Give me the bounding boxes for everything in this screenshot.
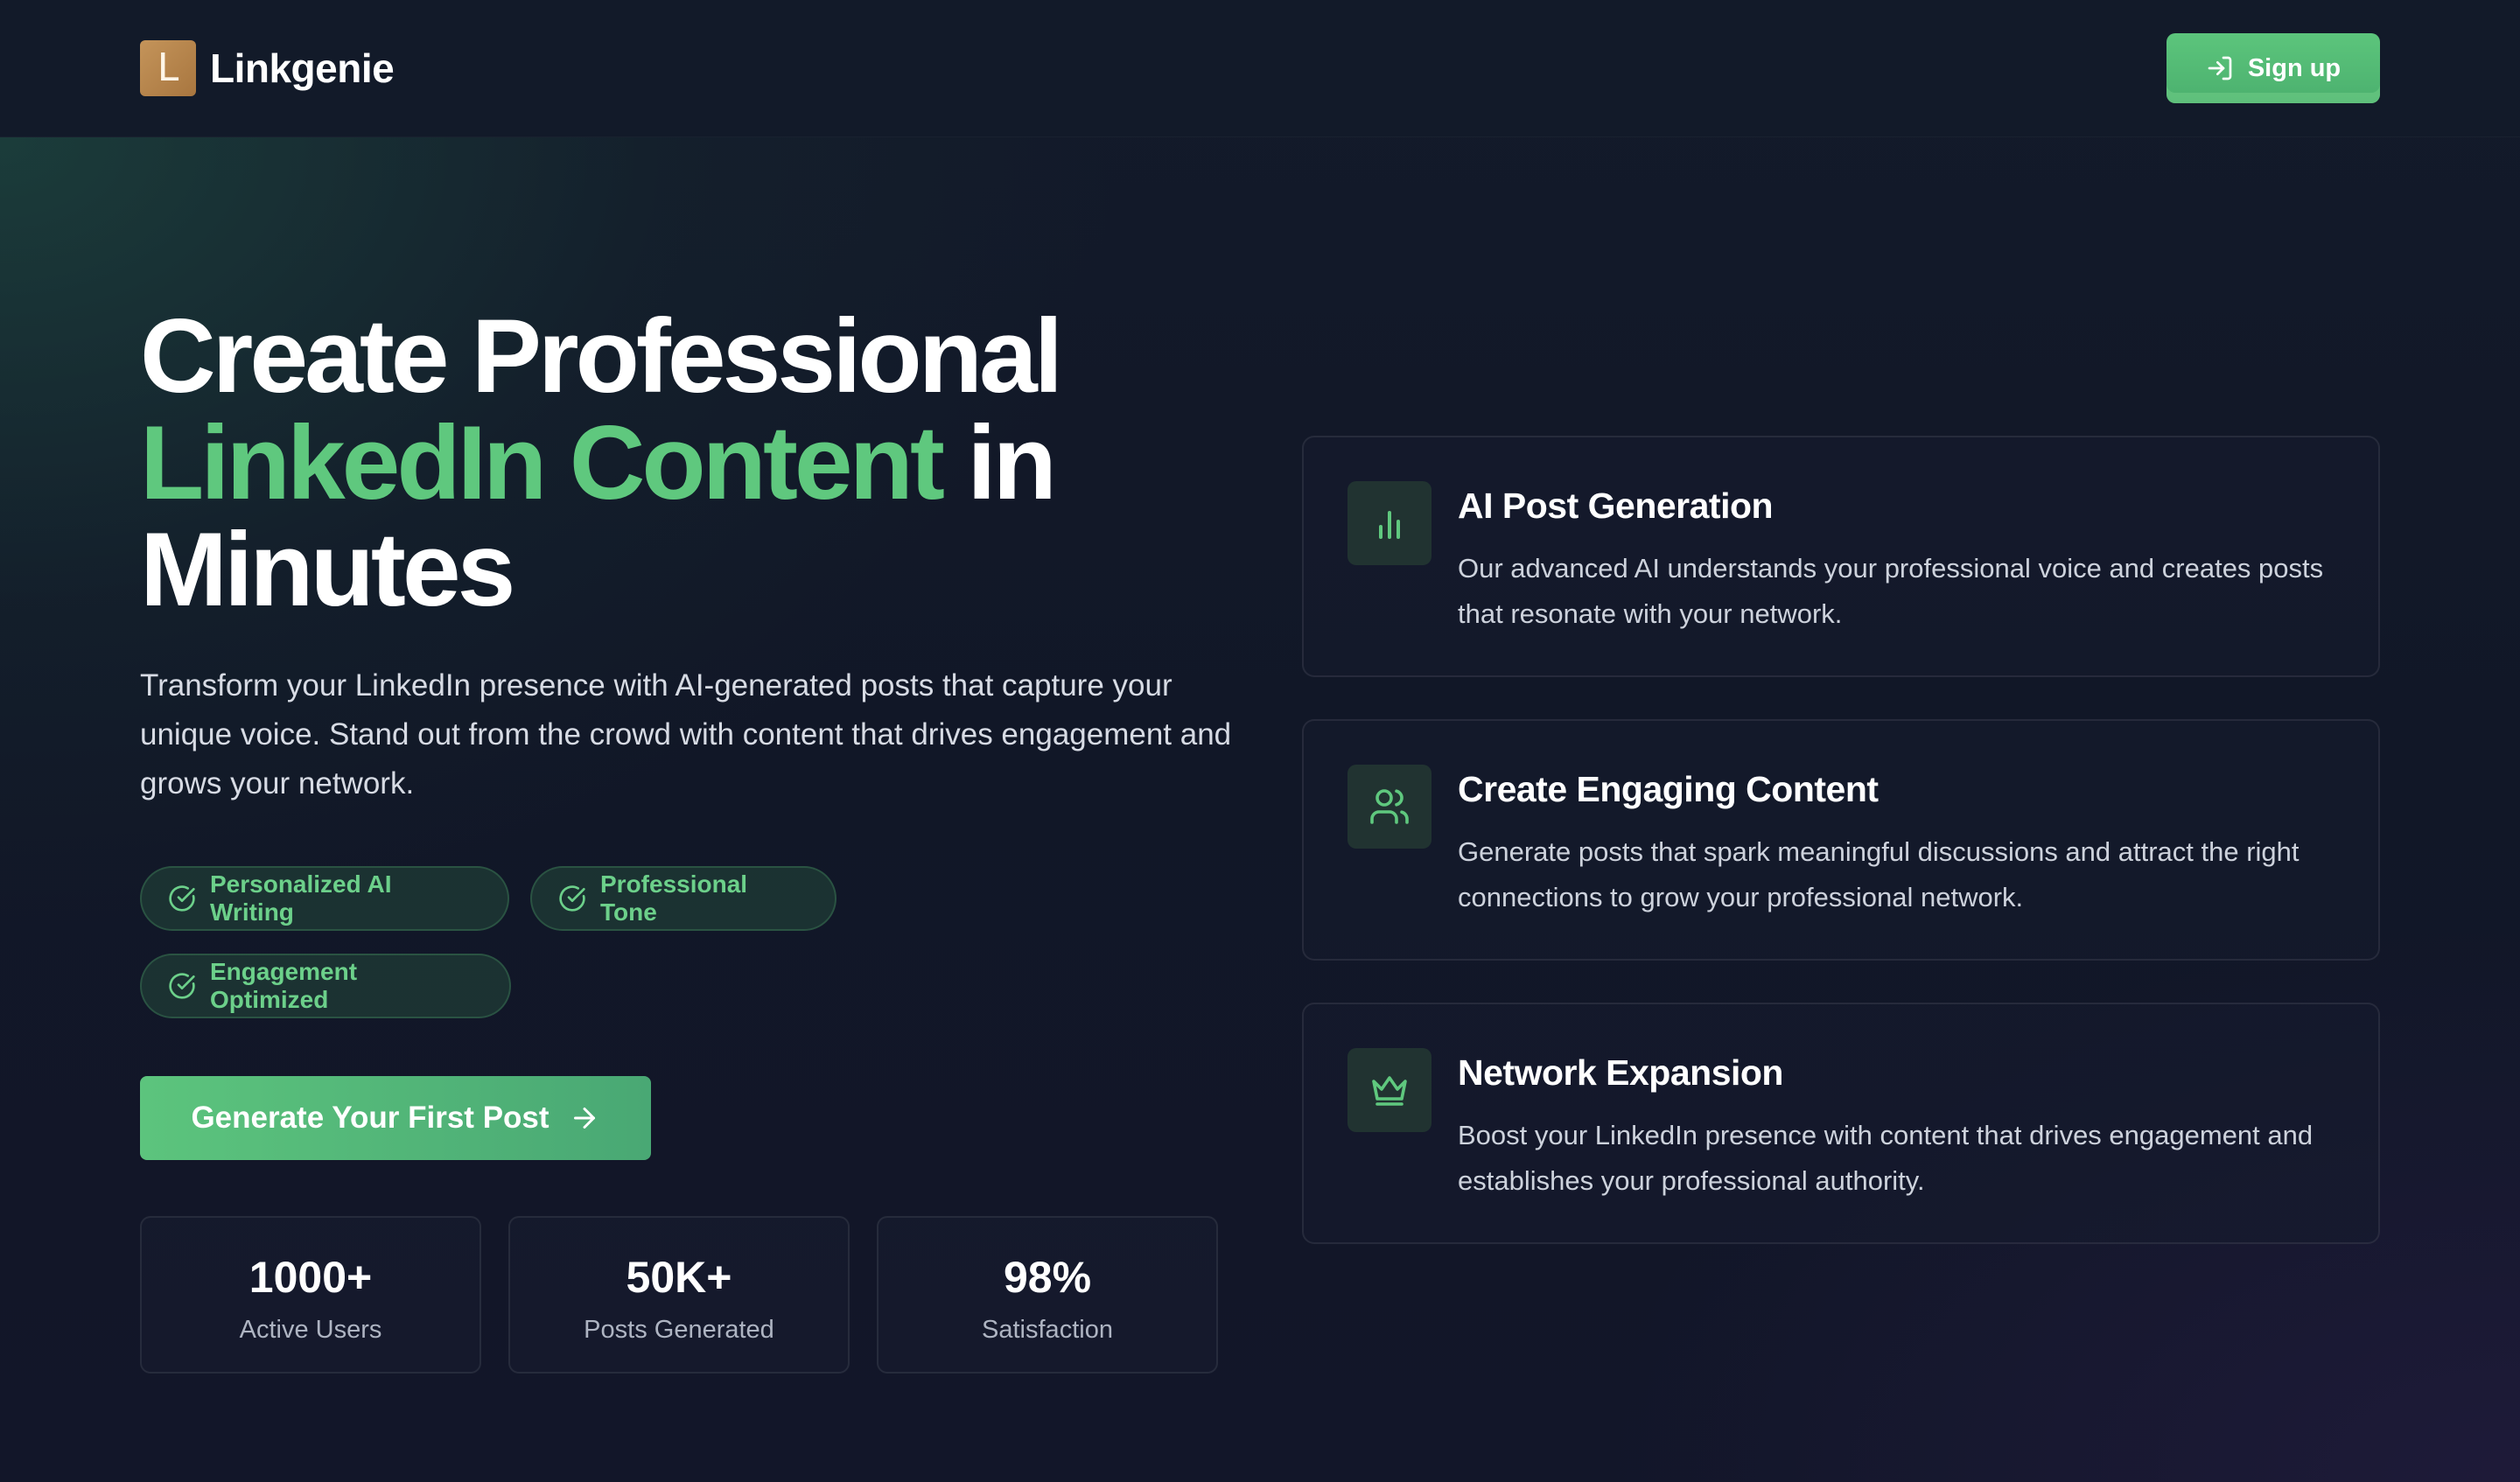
card-icon-container xyxy=(1348,481,1432,565)
logo-icon[interactable]: L xyxy=(140,40,196,96)
card-description: Boost your LinkedIn presence with conten… xyxy=(1458,1120,2314,1196)
generate-first-post-button[interactable]: Generate Your First Post xyxy=(140,1076,651,1160)
hero-title-accent: LinkedIn Content xyxy=(140,404,945,521)
hero-title-after-accent: in xyxy=(941,404,1057,521)
brand-name[interactable]: Linkgenie xyxy=(210,42,395,94)
cta-label: Generate Your First Post xyxy=(191,1101,550,1135)
card-description: Generate posts that spark meaningful dis… xyxy=(1458,836,2300,912)
stat-card-active-users: 1000+ Active Users xyxy=(140,1216,481,1374)
feature-pill-label: Engagement Optimized xyxy=(210,958,358,1013)
sign-up-label: Sign up xyxy=(2247,53,2342,82)
hero-title-line-1: Create Professional xyxy=(140,297,1063,415)
check-circle-icon xyxy=(169,885,195,912)
feature-card-network-expansion: Network Expansion Boost your LinkedIn pr… xyxy=(1302,1003,2380,1244)
card-title: Create Engaging Content xyxy=(1458,769,1879,809)
check-circle-icon xyxy=(559,885,585,912)
feature-pill-label: Personalized AI Writing xyxy=(210,870,392,926)
stat-card-satisfaction: 98% Satisfaction xyxy=(877,1216,1218,1374)
card-icon-container xyxy=(1348,765,1432,849)
hero-description: Transform your LinkedIn presence with AI… xyxy=(140,668,1232,800)
card-title: AI Post Generation xyxy=(1458,486,1774,526)
stat-label: Active Users xyxy=(239,1316,382,1344)
card-description: Our advanced AI understands your profess… xyxy=(1458,553,2324,629)
feature-pill-engagement: Engagement Optimized xyxy=(140,954,511,1018)
users-icon xyxy=(1370,789,1409,824)
stat-label: Satisfaction xyxy=(982,1316,1113,1344)
bar-chart-icon xyxy=(1379,511,1400,539)
feature-card-engaging-content: Create Engaging Content Generate posts t… xyxy=(1302,719,2380,961)
stat-label: Posts Generated xyxy=(584,1316,774,1344)
stat-value: 50K+ xyxy=(626,1253,732,1302)
check-circle-icon xyxy=(169,973,195,999)
log-in-icon xyxy=(2208,56,2232,80)
feature-card-ai-post-generation: AI Post Generation Our advanced AI under… xyxy=(1302,436,2380,677)
arrow-right-icon xyxy=(573,1108,595,1129)
hero-title-line-3: Minutes xyxy=(140,511,515,628)
card-title: Network Expansion xyxy=(1458,1052,1783,1093)
sign-up-button[interactable]: Sign up xyxy=(2166,33,2380,103)
feature-pill-professional-tone: Professional Tone xyxy=(530,866,836,931)
card-icon-container xyxy=(1348,1048,1432,1132)
feature-pill-personalized: Personalized AI Writing xyxy=(140,866,509,931)
stat-value: 1000+ xyxy=(248,1253,373,1302)
top-nav: L Linkgenie Sign up xyxy=(0,0,2520,137)
stat-value: 98% xyxy=(1003,1253,1092,1302)
feature-pill-label: Professional Tone xyxy=(600,870,748,926)
crown-icon xyxy=(1372,1076,1407,1106)
hero-title: Create Professional LinkedIn Content in Mi… xyxy=(140,303,1278,623)
stat-card-posts-generated: 50K+ Posts Generated xyxy=(508,1216,850,1374)
